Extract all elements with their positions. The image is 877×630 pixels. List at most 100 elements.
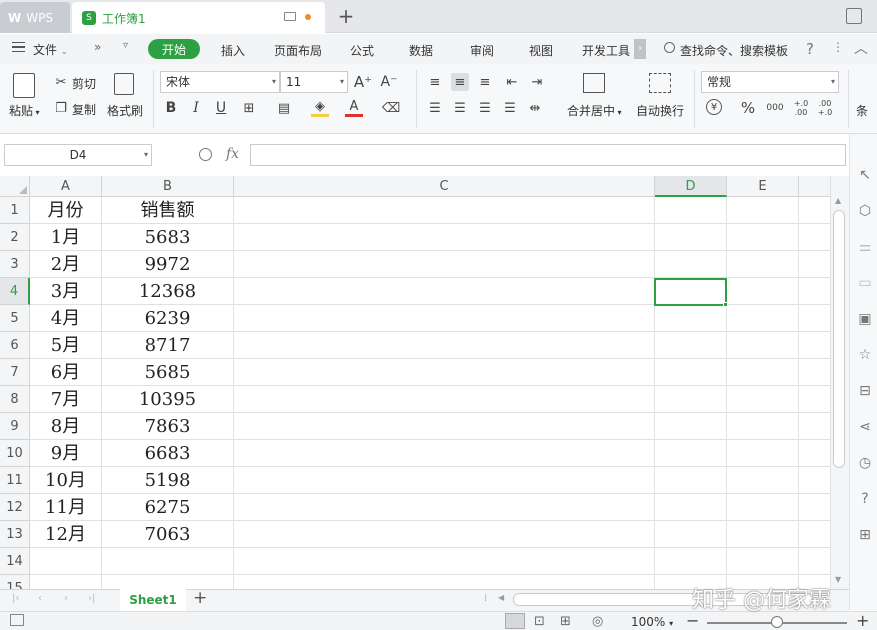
cell-e3[interactable] (727, 251, 799, 278)
cell-e6[interactable] (727, 332, 799, 359)
column-header-a[interactable]: A (30, 176, 102, 197)
cell-f14[interactable] (799, 548, 830, 575)
increase-indent-icon[interactable]: ⇥ (528, 73, 546, 91)
cell-b1[interactable]: 销售额 (102, 197, 234, 224)
grid-apps-icon[interactable]: ⊞ (856, 526, 874, 544)
cell-f9[interactable] (799, 413, 830, 440)
cell-c14[interactable] (234, 548, 655, 575)
row-header-14[interactable]: 14 (0, 548, 30, 575)
cell-d3[interactable] (655, 251, 727, 278)
selected-cell-d4[interactable] (654, 278, 727, 306)
font-size-select[interactable]: 11 ▾ (280, 71, 348, 93)
font-name-select[interactable]: 宋体 ▾ (160, 71, 280, 93)
cell-b4[interactable]: 12368 (102, 278, 234, 305)
star-icon[interactable]: ☆ (856, 346, 874, 364)
cell-d2[interactable] (655, 224, 727, 251)
prev-sheet-icon[interactable]: ‹ (38, 593, 42, 604)
increase-decimal-button[interactable]: +.0 .00 (793, 97, 809, 119)
page-layout-view-icon[interactable]: ⊡ (534, 614, 545, 629)
align-middle-icon[interactable]: ≡ (451, 73, 469, 91)
cell-b8[interactable]: 10395 (102, 386, 234, 413)
merge-center-icon[interactable] (583, 73, 605, 93)
cell-a13[interactable]: 12月 (30, 521, 102, 548)
paste-button[interactable]: 粘贴 ▾ (9, 102, 40, 119)
scroll-down-icon[interactable]: ▼ (835, 575, 841, 584)
cell-c2[interactable] (234, 224, 655, 251)
align-center-icon[interactable]: ☰ (451, 99, 469, 117)
wrap-text-icon[interactable] (649, 73, 671, 93)
format-painter-button[interactable]: 格式刷 (107, 102, 143, 119)
cell-f6[interactable] (799, 332, 830, 359)
format-painter-icon[interactable] (114, 73, 134, 95)
shapes-icon[interactable]: ⬡ (856, 202, 874, 220)
zoom-search-icon[interactable] (199, 148, 212, 161)
cell-f5[interactable] (799, 305, 830, 332)
cell-a14[interactable] (30, 548, 102, 575)
number-format-select[interactable]: 常规 ▾ (701, 71, 839, 93)
cell-d13[interactable] (655, 521, 727, 548)
row-header-11[interactable]: 11 (0, 467, 30, 494)
share-icon[interactable]: ⋖ (856, 418, 874, 436)
cell-c7[interactable] (234, 359, 655, 386)
wrap-text-button[interactable]: 自动换行 (636, 102, 684, 119)
row-header-13[interactable]: 13 (0, 521, 30, 548)
cell-a12[interactable]: 11月 (30, 494, 102, 521)
row-header-8[interactable]: 8 (0, 386, 30, 413)
row-header-10[interactable]: 10 (0, 440, 30, 467)
cell-d6[interactable] (655, 332, 727, 359)
cell-c6[interactable] (234, 332, 655, 359)
cell-d11[interactable] (655, 467, 727, 494)
scroll-up-icon[interactable]: ▲ (835, 196, 841, 205)
sheet-tab-sheet1[interactable]: Sheet1 (120, 589, 186, 611)
cell-b6[interactable]: 8717 (102, 332, 234, 359)
cell-c13[interactable] (234, 521, 655, 548)
decrease-decimal-button[interactable]: .00 +.0 (817, 97, 833, 119)
row-header-5[interactable]: 5 (0, 305, 30, 332)
cell-d1[interactable] (655, 197, 727, 224)
decrease-indent-icon[interactable]: ⇤ (503, 73, 521, 91)
page-break-view-icon[interactable]: ⊞ (560, 614, 571, 629)
cell-d14[interactable] (655, 548, 727, 575)
menu-tab-review[interactable]: 审阅 (470, 42, 494, 59)
menu-more-icon[interactable]: ⋮ (832, 40, 844, 54)
quick-access-dropdown-icon[interactable]: ▿ (123, 40, 128, 51)
cell-c9[interactable] (234, 413, 655, 440)
cell-c10[interactable] (234, 440, 655, 467)
cell-c4[interactable] (234, 278, 655, 305)
row-header-2[interactable]: 2 (0, 224, 30, 251)
italic-button[interactable]: I (187, 99, 205, 117)
collapse-ribbon-icon[interactable]: ︿ (854, 38, 868, 58)
cell-b9[interactable]: 7863 (102, 413, 234, 440)
cell-a6[interactable]: 5月 (30, 332, 102, 359)
cell-b14[interactable] (102, 548, 234, 575)
cell-e12[interactable] (727, 494, 799, 521)
align-right-icon[interactable]: ☰ (476, 99, 494, 117)
cell-e8[interactable] (727, 386, 799, 413)
thousands-separator-button[interactable]: 000 (764, 99, 786, 117)
cell-a11[interactable]: 10月 (30, 467, 102, 494)
cell-f13[interactable] (799, 521, 830, 548)
cell-f1[interactable] (799, 197, 830, 224)
cell-a7[interactable]: 6月 (30, 359, 102, 386)
more-arrows-icon[interactable]: » (94, 40, 101, 54)
split-handle[interactable]: ⁞ (484, 593, 487, 604)
justify-icon[interactable]: ☰ (501, 99, 519, 117)
menu-tab-page-layout[interactable]: 页面布局 (274, 42, 322, 59)
fill-handle[interactable] (723, 302, 728, 307)
next-sheet-icon[interactable]: › (64, 593, 68, 604)
cursor-icon[interactable]: ↖ (856, 166, 874, 184)
cell-f8[interactable] (799, 386, 830, 413)
last-sheet-icon[interactable]: ›| (88, 593, 95, 604)
fx-button[interactable]: fx (226, 146, 239, 162)
archive-icon[interactable]: ⊟ (856, 382, 874, 400)
tab-wps-home[interactable]: W WPS (0, 2, 70, 33)
cell-e10[interactable] (727, 440, 799, 467)
add-sheet-button[interactable]: + (193, 588, 207, 608)
vertical-scroll-thumb[interactable] (833, 210, 845, 468)
cell-f3[interactable] (799, 251, 830, 278)
comment-icon[interactable]: ▭ (856, 274, 874, 292)
percent-button[interactable]: % (739, 99, 757, 117)
tab-workbook[interactable]: S 工作簿1 (72, 2, 325, 34)
copy-button[interactable]: 复制 (72, 101, 96, 118)
cell-e14[interactable] (727, 548, 799, 575)
